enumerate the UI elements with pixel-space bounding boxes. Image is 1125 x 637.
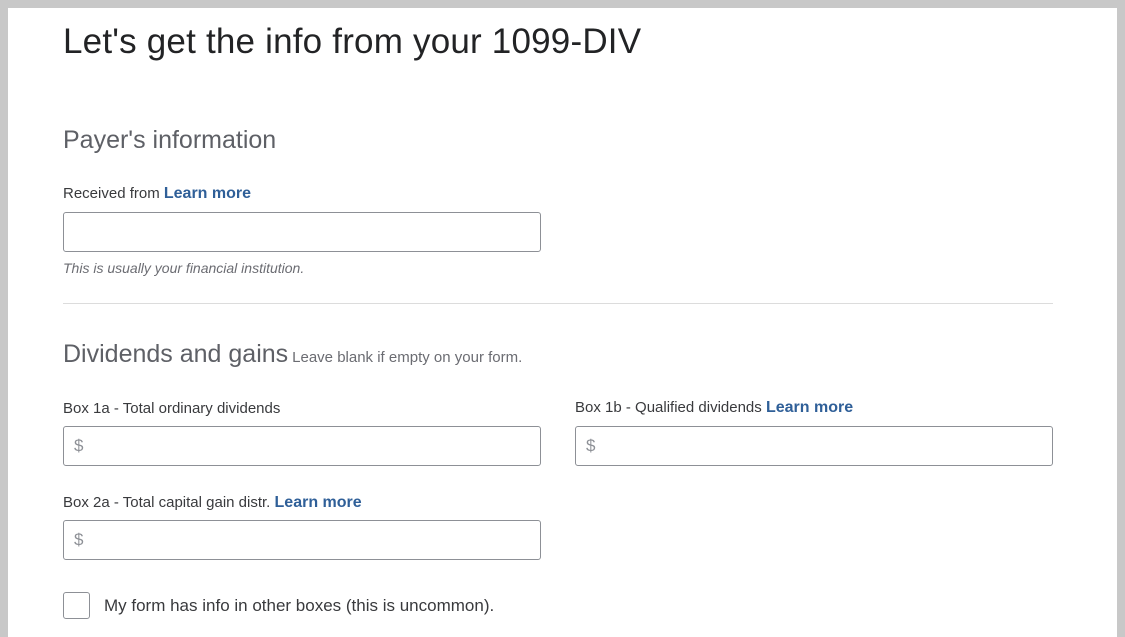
box1a-currency-symbol: $ (74, 436, 84, 455)
received-from-label: Received from (63, 185, 160, 202)
box2a-label: Box 2a - Total capital gain distr. (63, 494, 271, 511)
box1b-learn-more-link[interactable]: Learn more (766, 399, 853, 416)
box1a-label: Box 1a - Total ordinary dividends (63, 400, 281, 417)
box2a-input[interactable] (92, 521, 540, 559)
other-boxes-checkbox[interactable] (63, 592, 90, 619)
received-from-learn-more-link[interactable]: Learn more (164, 185, 251, 202)
dividends-section-title: Dividends and gains (63, 340, 289, 368)
dividends-section-note: Leave blank if empty on your form. (292, 349, 523, 366)
box1b-field: $ (575, 426, 1053, 466)
box1b-label: Box 1b - Qualified dividends (575, 399, 762, 416)
box1b-label-row: Box 1b - Qualified dividends Learn more (575, 398, 853, 418)
box1a-field: $ (63, 426, 541, 466)
box1a-input[interactable] (92, 427, 540, 465)
box2a-field: $ (63, 520, 541, 560)
box1b-currency-symbol: $ (586, 436, 596, 455)
received-from-input[interactable] (63, 212, 541, 252)
box2a-currency-symbol: $ (74, 530, 84, 549)
box2a-label-row: Box 2a - Total capital gain distr. Learn… (63, 493, 362, 513)
received-from-label-row: Received from Learn more (63, 184, 251, 204)
received-from-helper-text: This is usually your financial instituti… (63, 260, 305, 276)
payer-section-title: Payer's information (63, 126, 277, 154)
form-panel: Let's get the info from your 1099-DIV Pa… (8, 8, 1117, 637)
section-divider (63, 303, 1053, 304)
dividends-section-title-row: Dividends and gains Leave blank if empty … (63, 339, 522, 373)
page-title: Let's get the info from your 1099-DIV (63, 22, 642, 61)
other-boxes-checkbox-label[interactable]: My form has info in other boxes (this is… (104, 595, 494, 617)
box2a-learn-more-link[interactable]: Learn more (275, 494, 362, 511)
box1b-input[interactable] (604, 427, 1052, 465)
